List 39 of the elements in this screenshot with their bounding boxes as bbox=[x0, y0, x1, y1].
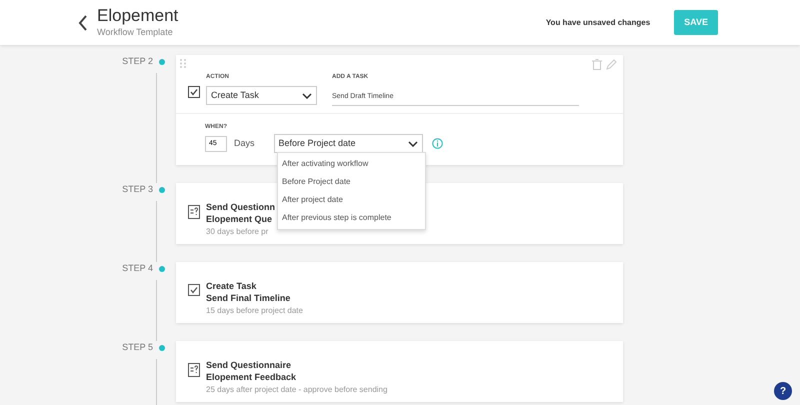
chevron-down-icon bbox=[302, 92, 312, 98]
help-button[interactable]: ? bbox=[774, 382, 792, 400]
questionnaire-icon bbox=[188, 363, 200, 377]
back-icon[interactable] bbox=[78, 14, 88, 30]
dropdown-option[interactable]: After activating workflow bbox=[278, 155, 425, 173]
page-subtitle: Workflow Template bbox=[97, 26, 174, 39]
step-label: STEP 3 bbox=[122, 183, 153, 196]
step-title: Send Questionn bbox=[206, 201, 276, 213]
drag-handle-icon[interactable] bbox=[180, 59, 186, 68]
step-subject: Elopement Feedback bbox=[206, 371, 298, 383]
step-title: Send Questionnaire bbox=[206, 359, 292, 371]
step-detail: 15 days before project date bbox=[206, 305, 303, 317]
chevron-down-icon bbox=[408, 140, 418, 146]
questionnaire-icon bbox=[188, 205, 200, 219]
step-dot bbox=[159, 186, 165, 193]
pencil-icon[interactable] bbox=[606, 59, 617, 70]
step-dot bbox=[159, 344, 165, 351]
trash-icon[interactable] bbox=[592, 59, 602, 70]
days-unit: Days bbox=[234, 136, 255, 150]
dropdown-option[interactable]: After project date bbox=[278, 191, 425, 209]
step-subject: Elopement Que bbox=[206, 213, 274, 225]
step-dot bbox=[159, 266, 165, 272]
step-title: Create Task bbox=[206, 280, 258, 292]
step-dot bbox=[159, 58, 165, 65]
timing-select[interactable]: Before Project date bbox=[274, 134, 423, 153]
step-detail: 25 days after project date - approve before sending bbox=[206, 384, 388, 396]
step-subject: Send Final Timeline bbox=[206, 292, 292, 304]
step-label: STEP 4 bbox=[122, 262, 153, 275]
checkbox-icon bbox=[188, 284, 200, 298]
step-detail: 30 days before pr bbox=[206, 226, 270, 238]
page-title: Elopement bbox=[97, 6, 178, 26]
dropdown-option[interactable]: After previous step is complete bbox=[278, 209, 425, 227]
action-select[interactable]: Create Task bbox=[206, 86, 317, 105]
dropdown-option[interactable]: Before Project date bbox=[278, 173, 425, 191]
step-label: STEP 5 bbox=[122, 341, 153, 354]
info-icon[interactable] bbox=[432, 138, 443, 149]
step-label: STEP 2 bbox=[122, 55, 153, 68]
checkbox[interactable] bbox=[188, 86, 200, 98]
unsaved-notice: You have unsaved changes bbox=[546, 16, 650, 28]
